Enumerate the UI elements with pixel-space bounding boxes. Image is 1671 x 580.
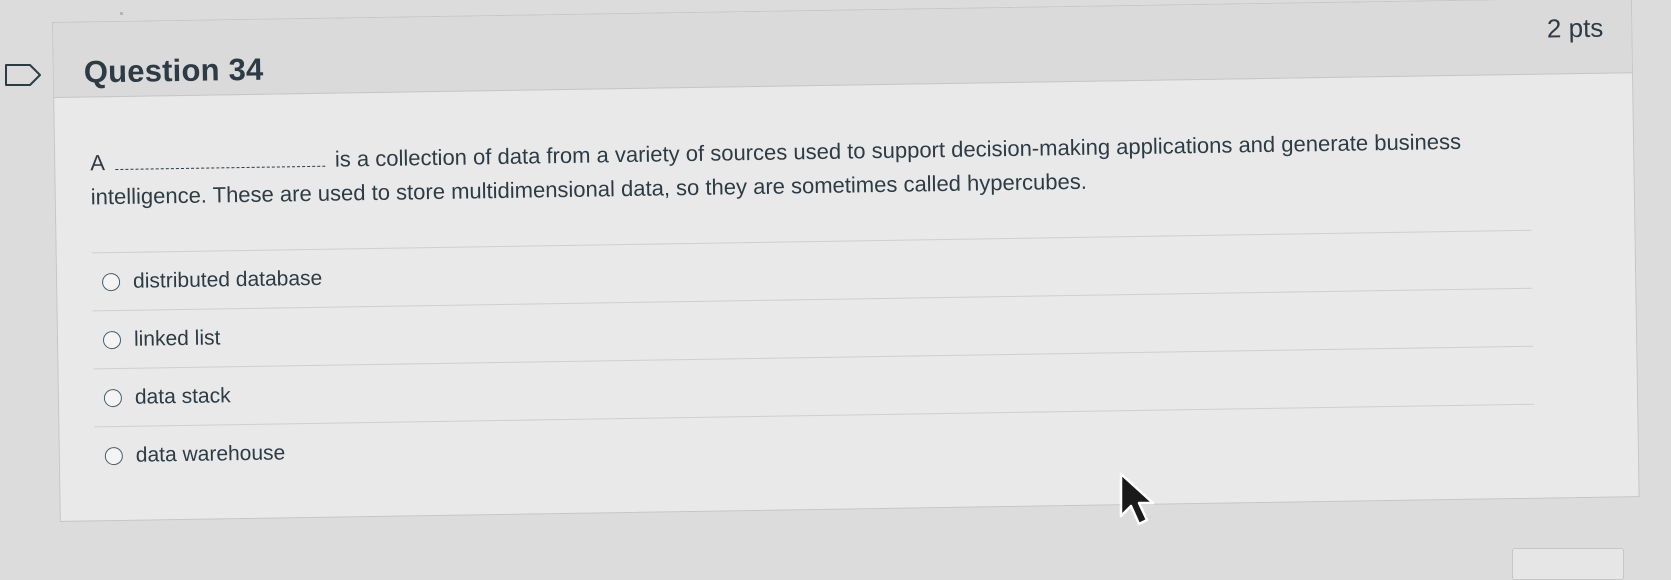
question-card: Question 34 2 pts Ais a collection of da… [52, 0, 1640, 522]
fill-in-blank [114, 147, 325, 171]
flag-question-icon[interactable] [4, 62, 44, 88]
question-text-body: is a collection of data from a variety o… [90, 128, 1462, 210]
question-header: Question 34 2 pts [53, 0, 1632, 98]
question-points: 2 pts [1546, 12, 1604, 44]
answer-list: distributed database linked list data st… [91, 229, 1536, 485]
question-title: Question 34 [83, 51, 264, 90]
answer-label[interactable]: distributed database [133, 266, 322, 293]
radio-button[interactable] [103, 388, 123, 407]
radio-button[interactable] [101, 272, 121, 291]
question-text: Ais a collection of data from a variety … [90, 123, 1551, 214]
answer-label[interactable]: data warehouse [136, 441, 286, 467]
stray-mark [120, 12, 123, 15]
mouse-pointer-icon [1119, 472, 1155, 526]
radio-button[interactable] [104, 446, 123, 465]
answer-label[interactable]: linked list [134, 326, 221, 351]
quiz-page: Question 34 2 pts Ais a collection of da… [0, 0, 1671, 580]
question-text-prefix: A [90, 150, 106, 176]
radio-button[interactable] [102, 330, 122, 349]
answer-label[interactable]: data stack [135, 384, 231, 410]
next-button[interactable] [1512, 548, 1624, 580]
